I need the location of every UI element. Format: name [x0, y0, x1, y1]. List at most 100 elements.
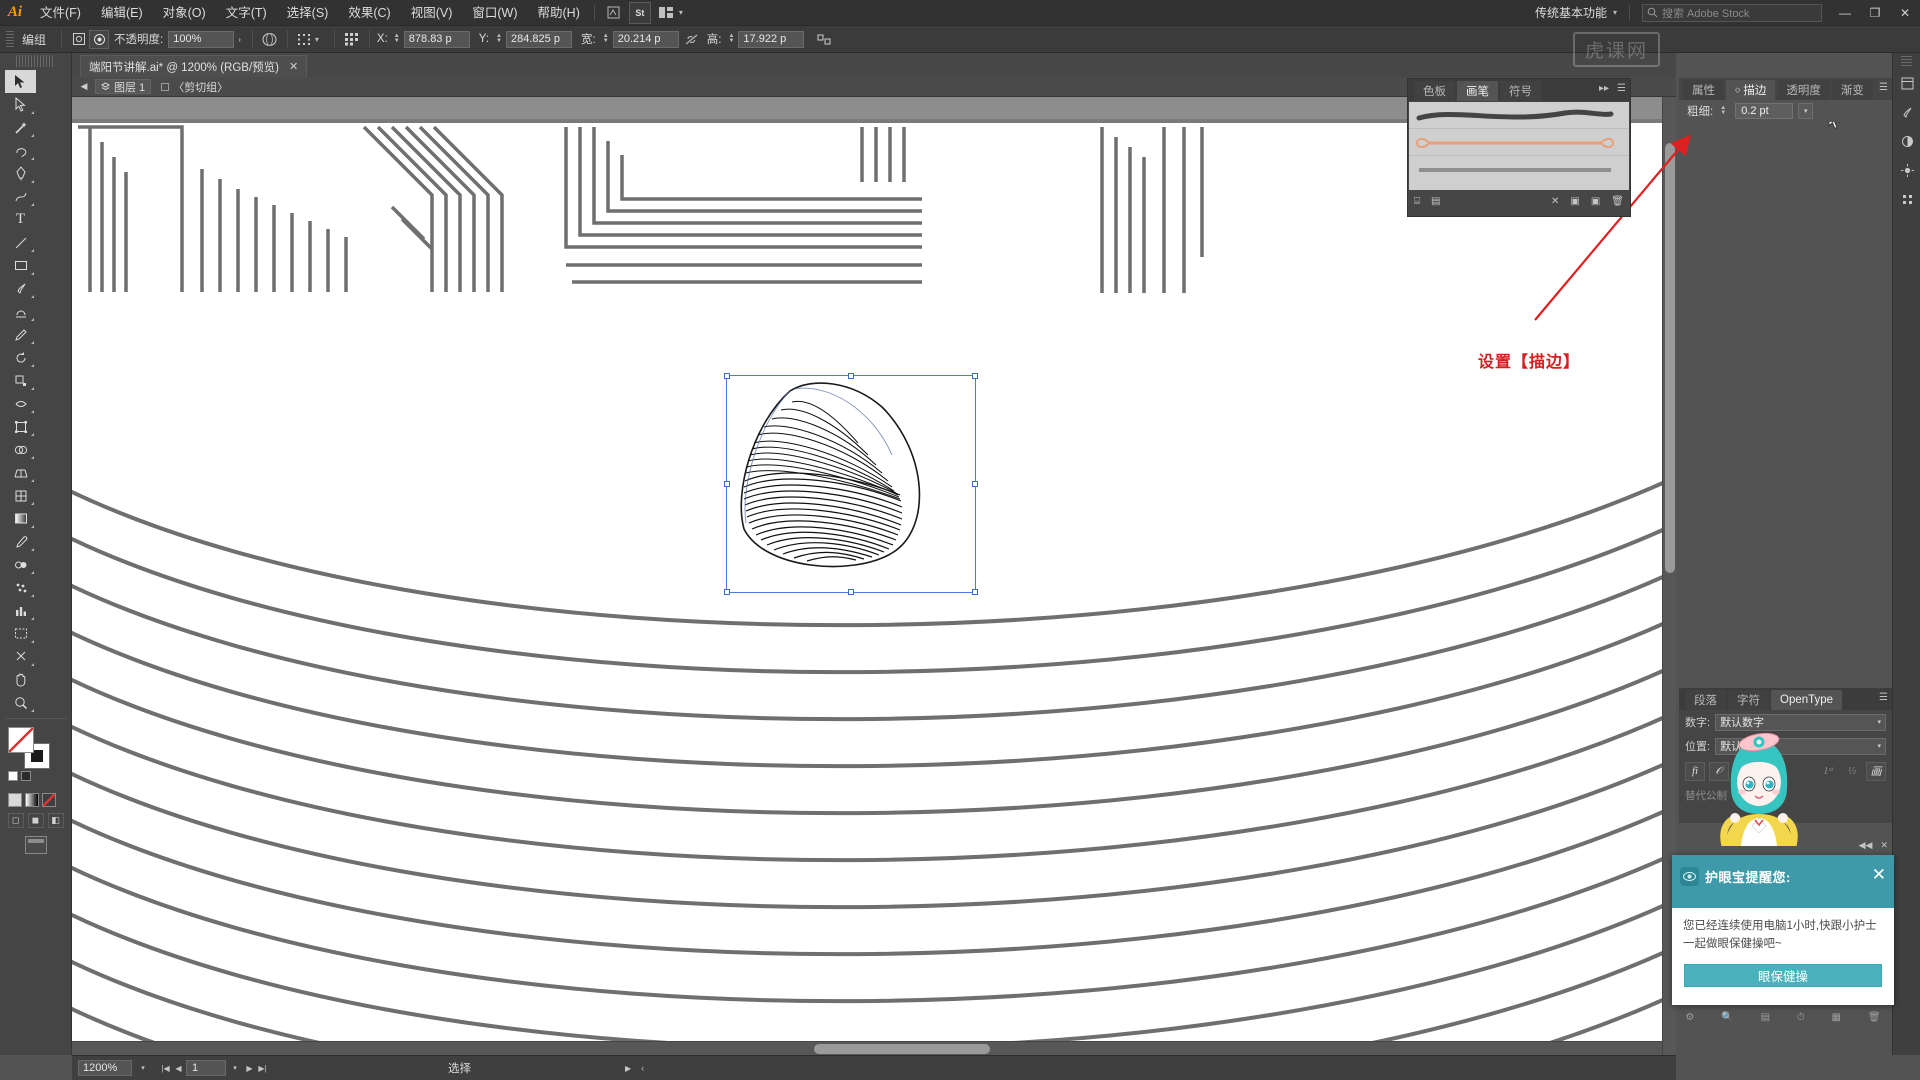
rectangle-tool[interactable]	[5, 254, 36, 277]
brush-libraries-icon[interactable]: ⌸	[1414, 196, 1420, 207]
link-proportions-icon[interactable]	[682, 30, 702, 49]
popup-close-button[interactable]: ✕	[1872, 866, 1886, 883]
tab-stroke[interactable]: ◇ 描边	[1726, 80, 1776, 100]
gradient-mode-button[interactable]	[25, 793, 39, 807]
standard-ligatures-icon[interactable]: fi	[1685, 761, 1705, 781]
artboard-last-button[interactable]: ▶|	[257, 1064, 268, 1073]
magic-wand-tool[interactable]	[5, 116, 36, 139]
symbol-sprayer-tool[interactable]	[5, 576, 36, 599]
rail-properties-icon[interactable]	[1893, 69, 1920, 98]
breadcrumb-group[interactable]: 〈剪切组〉	[156, 79, 233, 94]
horizontal-scroll-thumb[interactable]	[814, 1044, 990, 1054]
tab-gradient[interactable]: 渐变	[1831, 80, 1873, 100]
rotate-tool[interactable]	[5, 346, 36, 369]
align-icon[interactable]	[342, 30, 362, 49]
none-mode-button[interactable]	[42, 793, 56, 807]
height-value-field[interactable]: 17.922 p	[738, 30, 805, 48]
options-of-selected-object-icon[interactable]: ▣	[1570, 196, 1579, 207]
scale-tool[interactable]	[5, 369, 36, 392]
tab-transparency[interactable]: 透明度	[1777, 80, 1830, 100]
menu-type[interactable]: 文字(T)	[216, 0, 277, 26]
arrange-caret-icon[interactable]: ▾	[679, 8, 691, 17]
x-stepper[interactable]: ▲ ▼	[392, 33, 402, 44]
popup-grid-icon[interactable]: ▦	[1832, 1012, 1841, 1023]
popup-timer-icon[interactable]: ⏱	[1797, 1012, 1805, 1023]
recolor-artwork-icon[interactable]	[69, 30, 89, 49]
brush-item-charcoal[interactable]	[1409, 102, 1629, 129]
curvature-tool[interactable]	[5, 185, 36, 208]
popup-minimize-icon[interactable]: ◀◀	[1859, 840, 1873, 851]
breadcrumb-back-arrow[interactable]: ◀	[78, 81, 90, 92]
menu-effect[interactable]: 效果(C)	[338, 0, 400, 26]
brush-item-flat[interactable]	[1409, 156, 1629, 183]
slice-tool[interactable]	[5, 645, 36, 668]
brushes-panel-menu-icon[interactable]: ☰	[1617, 83, 1626, 94]
gradient-tool[interactable]	[5, 507, 36, 530]
selection-handle-tm[interactable]	[848, 373, 854, 379]
remove-brush-stroke-icon[interactable]: ✕	[1551, 196, 1559, 207]
transform-caret-icon[interactable]: ▾	[315, 35, 327, 44]
tab-opentype[interactable]: OpenType	[1771, 690, 1843, 710]
popup-screen-icon[interactable]: ▤	[1761, 1012, 1770, 1023]
canvas-horizontal-scrollbar[interactable]	[72, 1041, 1662, 1055]
selection-handle-bl[interactable]	[724, 589, 730, 595]
selection-handle-br[interactable]	[972, 589, 978, 595]
fractions-icon[interactable]: ½	[1842, 762, 1862, 781]
tools-panel-grip[interactable]	[16, 55, 55, 67]
default-fill-stroke-icon[interactable]	[8, 771, 18, 781]
rail-grip[interactable]	[1901, 56, 1912, 66]
menu-select[interactable]: 选择(S)	[277, 0, 339, 26]
new-brush-icon[interactable]: ▣	[1591, 196, 1600, 207]
menu-file[interactable]: 文件(F)	[30, 0, 91, 26]
draw-normal-button[interactable]: ◻	[7, 813, 24, 828]
popup-trash-icon[interactable]: 🗑	[1868, 1012, 1881, 1023]
canvas[interactable]	[72, 97, 1676, 1055]
selection-handle-mr[interactable]	[972, 481, 978, 487]
shaper-tool[interactable]	[5, 300, 36, 323]
draw-behind-button[interactable]: ◼	[27, 813, 44, 828]
zoom-level-field[interactable]: 1200%	[78, 1060, 132, 1076]
fill-color-swatch[interactable]	[8, 727, 34, 753]
eye-exercise-button[interactable]: 眼保健操	[1684, 963, 1882, 987]
menu-view[interactable]: 视图(V)	[401, 0, 463, 26]
y-value-field[interactable]: 284.825 p	[506, 30, 573, 48]
opacity-value-field[interactable]: 100%	[168, 30, 235, 48]
draw-inside-button[interactable]: ◧	[47, 813, 64, 828]
stroke-weight-field[interactable]: 0.2 pt	[1735, 103, 1794, 119]
control-bar-grip[interactable]	[6, 31, 14, 47]
selection-handle-bm[interactable]	[848, 589, 854, 595]
lasso-tool[interactable]	[5, 139, 36, 162]
x-value-field[interactable]: 878.83 p	[403, 30, 470, 48]
selection-handle-ml[interactable]	[724, 481, 730, 487]
opacity-icon[interactable]	[89, 29, 110, 49]
stroke-weight-stepper[interactable]: ▲ ▼	[1718, 105, 1728, 116]
menu-window[interactable]: 窗口(W)	[462, 0, 527, 26]
zoom-tool[interactable]	[5, 691, 36, 714]
selection-handle-tr[interactable]	[972, 373, 978, 379]
document-tab-close-icon[interactable]: ✕	[289, 60, 298, 73]
width-tool[interactable]	[5, 392, 36, 415]
y-stepper[interactable]: ▲ ▼	[494, 33, 504, 44]
mesh-tool[interactable]	[5, 484, 36, 507]
rail-appearance-icon[interactable]	[1893, 156, 1920, 185]
bridge-icon[interactable]	[601, 2, 627, 24]
selection-bounding-box[interactable]	[724, 373, 978, 595]
stock-search-input[interactable]: 搜索 Adobe Stock	[1642, 3, 1822, 22]
stock-icon[interactable]: St	[628, 1, 651, 24]
brush-item-arrow[interactable]	[1409, 129, 1629, 156]
screen-mode-button[interactable]	[24, 836, 47, 854]
popup-window-close-icon[interactable]: ✕	[1880, 840, 1888, 851]
zoom-level-caret-icon[interactable]: ▾	[136, 1064, 150, 1072]
selection-tool[interactable]	[5, 70, 36, 93]
line-segment-tool[interactable]	[5, 231, 36, 254]
perspective-grid-tool[interactable]	[5, 461, 36, 484]
breadcrumb-layer[interactable]: 图层 1	[95, 79, 152, 94]
column-graph-tool[interactable]	[5, 599, 36, 622]
width-stepper[interactable]: ▲ ▼	[601, 33, 611, 44]
shape-builder-tool[interactable]	[5, 438, 36, 461]
workspace-caret-icon[interactable]: ▾	[1613, 8, 1625, 17]
rail-brushes-icon[interactable]	[1893, 98, 1920, 127]
stroke-panel-menu-icon[interactable]: ☰	[1879, 82, 1888, 93]
artboard-tool[interactable]	[5, 622, 36, 645]
tab-brushes[interactable]: 画笔	[1457, 81, 1498, 101]
